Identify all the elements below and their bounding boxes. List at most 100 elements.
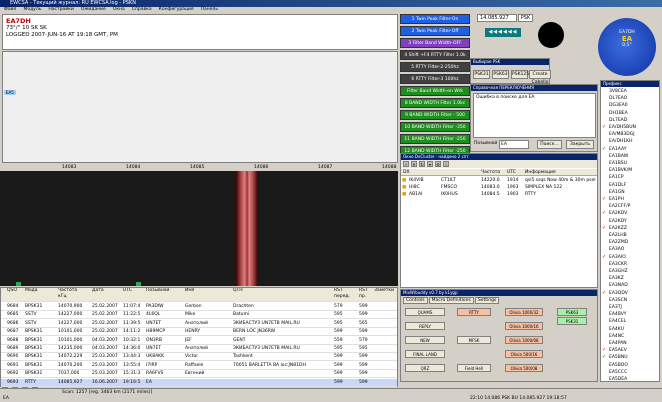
prefix-item[interactable]: EA3KZ xyxy=(601,275,659,282)
prefix-item[interactable]: DG3EA0 xyxy=(601,102,659,109)
log-row[interactable]: 9691 BPSK31 14070,200 25.03.2007 13:55:4 I7IR… xyxy=(1,362,397,370)
olivia-button[interactable]: Olivia 1000/16 xyxy=(505,322,543,330)
filter-button-5[interactable]: 5 RTTY Filter-2-250hz xyxy=(400,62,470,72)
menu-item-0[interactable]: Файл xyxy=(4,7,16,13)
prefix-item[interactable]: EA/DH1KH xyxy=(601,138,659,145)
connect-icon[interactable]: ⚡ xyxy=(403,161,409,167)
filter-button-4[interactable]: 4 Shift +F4 RTTY Filter 1.0k xyxy=(400,50,470,60)
olivia-button[interactable]: Olivia 1000/32 xyxy=(505,308,543,316)
filter-button-1[interactable]: 1 Twin Peak Filter-On xyxy=(400,14,470,24)
prefix-item[interactable]: DL7EAD xyxy=(601,117,659,124)
olivia-button[interactable]: Olivia 1000/08 xyxy=(505,336,543,344)
marker-green[interactable] xyxy=(16,282,21,286)
log-row[interactable]: 9690 BPSK31 14072,229 25.03.2007 13:44:3 UK8A… xyxy=(1,353,397,362)
prefix-item[interactable]: EA3GHZ xyxy=(601,268,659,275)
search-button[interactable]: Поиск... xyxy=(537,140,562,149)
filter-icon[interactable]: ▾ xyxy=(427,161,433,167)
prefix-item[interactable]: DH1BEA xyxy=(601,110,659,117)
prefix-item[interactable]: EA4PAN xyxy=(601,340,659,347)
macro-mode-button[interactable]: Field Hell xyxy=(457,364,491,372)
prefix-item[interactable]: EA1BVK/M xyxy=(601,167,659,174)
psk-button-1[interactable]: PSK63 xyxy=(492,70,509,79)
info-icon[interactable]: i xyxy=(443,161,449,167)
prefix-item[interactable]: EA/DH5BUN ✓ xyxy=(601,124,659,131)
mode-select[interactable]: PSK xyxy=(518,14,533,22)
close-button[interactable]: Закрыть xyxy=(566,140,594,149)
prefix-item[interactable]: EA3CKR xyxy=(601,261,659,268)
prefix-item[interactable]: EA1BSU xyxy=(601,160,659,167)
log-row[interactable]: 9686 SSTV 14227,000 25.02.2007 11:39:5 UN7ET А… xyxy=(1,320,397,328)
prefix-item[interactable]: EA1AAY ✓ xyxy=(601,146,659,153)
prefix-item[interactable]: EA1BAW xyxy=(601,153,659,160)
macro-left-button[interactable]: NEW xyxy=(405,336,445,344)
log-row[interactable]: 9685 SSTV 14227,000 25.02.2007 11:22:5 4L6QL M… xyxy=(1,311,397,320)
log-row[interactable]: 9692 BPSK31 7037,000 25.03.2007 15:31:3 RA6FV… xyxy=(1,370,397,379)
prefix-item[interactable]: 3V8CEA xyxy=(601,88,659,95)
macro-mode-button[interactable]: RTTY xyxy=(457,308,491,316)
filter-button-11[interactable]: 11 BAND WIDTH Filter -250 xyxy=(400,134,470,144)
prefix-item[interactable]: EA3QDV ✓ xyxy=(601,290,659,297)
filter-button-2[interactable]: 2 Twin Peak Filter-Off xyxy=(400,26,470,36)
prefix-item[interactable]: EA/MB3DGJ xyxy=(601,131,659,138)
filter-button-8[interactable]: 8 BAND WIDTH Filter 1.0kc xyxy=(400,98,470,108)
band-map-tag[interactable]: EA5 xyxy=(4,90,16,95)
prefix-item[interactable]: EA3TJ xyxy=(601,304,659,311)
prefix-item[interactable]: EA2LHB xyxy=(601,232,659,239)
menu-item-7[interactable]: Панель xyxy=(201,7,218,13)
prefix-item[interactable]: EA5CCC xyxy=(601,369,659,376)
macro-tab-2[interactable]: Settings xyxy=(474,297,500,304)
psk-mode-button[interactable]: PSK31 xyxy=(557,317,587,325)
band-map[interactable] xyxy=(2,51,398,163)
menu-item-5[interactable]: Справка xyxy=(132,7,152,13)
log-row[interactable]: 9687 BPSK31 10101,000 25.02.2007 14:11:2 HB9M… xyxy=(1,328,397,337)
prefix-item[interactable]: EA3NAD xyxy=(601,282,659,289)
prefix-item[interactable]: EA2CFF/P xyxy=(601,203,659,210)
psk-button-0[interactable]: PSK31 xyxy=(473,70,490,79)
disconnect-icon[interactable]: ✕ xyxy=(411,161,417,167)
prefix-item[interactable]: EA4CEL xyxy=(601,318,659,325)
prefix-item[interactable]: EA1PH ✓ xyxy=(601,196,659,203)
log-row[interactable]: 9688 BPSK31 10101,000 04.03.2007 10:32:1 ON3R… xyxy=(1,337,397,345)
prefix-item[interactable]: EA4NC xyxy=(601,333,659,340)
macro-left-button[interactable]: QRZ xyxy=(405,364,445,372)
frequency-input[interactable]: 14.085.927 xyxy=(477,14,517,22)
menu-item-3[interactable]: Ожидание xyxy=(81,7,106,13)
cluster-row[interactable]: IK4VIB CT1ILT 14220.0 1914 qsl5 ssqs Now 40m… xyxy=(401,177,597,184)
tune-arrows-button[interactable]: ◀◀◀◀◀◀ xyxy=(485,28,521,37)
prefix-item[interactable]: EA4BVY xyxy=(601,311,659,318)
psk-mode-button[interactable]: PSK63 xyxy=(557,308,587,316)
macro-tab-1[interactable]: Macro Definitions xyxy=(428,297,474,304)
filter-button-7[interactable]: Filter Band Width-on Wrk xyxy=(400,86,470,96)
prefix-item[interactable]: EA4KU xyxy=(601,326,659,333)
prefix-item[interactable]: EA2ZMD xyxy=(601,239,659,246)
olivia-button[interactable]: Olivia 500/08 xyxy=(505,364,543,372)
cluster-row[interactable]: AB1AI IK0HUS 14084.5 1903 RTTY ■ xyxy=(401,191,597,198)
filter-button-10[interactable]: 10 BAND WIDTH Filter -350 xyxy=(400,122,470,132)
menu-item-2[interactable]: Настройки xyxy=(48,7,73,13)
olivia-button[interactable]: Olivia 500/16 xyxy=(505,350,543,358)
filter-button-9[interactable]: 9 BAND WIDTH Filter - 500 xyxy=(400,110,470,120)
prefix-item[interactable]: EA3AIO ✓ xyxy=(601,254,659,261)
menu-item-6[interactable]: Конфигурация xyxy=(159,7,194,13)
macro-left-button[interactable]: REPLY xyxy=(405,322,445,330)
prefix-item[interactable]: EA1DLF xyxy=(601,182,659,189)
filter-button-6[interactable]: 6 RTTY Filter-3 100hz xyxy=(400,74,470,84)
prefix-item[interactable]: EA5BNU ✓ xyxy=(601,354,659,361)
prefix-item[interactable]: EA1CP xyxy=(601,174,659,181)
log-row[interactable]: 9689 BPSK31 14235,000 04.03.2007 14:36:0 UN7E… xyxy=(1,345,397,353)
prefix-item[interactable]: EA5BOO xyxy=(601,362,659,369)
marker-green-2[interactable] xyxy=(136,282,141,286)
prefix-item[interactable]: EA2KDV ✓ xyxy=(601,210,659,217)
filter-button-3[interactable]: 3 Filter Band Width-OFF xyxy=(400,38,470,48)
message-text-box[interactable]: Ошибка в поиске для EA xyxy=(473,93,596,138)
prefix-item[interactable]: EA3AO xyxy=(601,246,659,253)
psk-button-3[interactable]: Create Cabello xyxy=(529,70,551,85)
menu-item-1[interactable]: Модуль xyxy=(23,7,41,13)
prefix-item[interactable]: EA5AEV ✓ xyxy=(601,347,659,354)
prefix-item[interactable]: EA1GN xyxy=(601,189,659,196)
cluster-row[interactable]: HI8C FMSCO 14083.0 1903 SIMPLEX NA 122 ■ xyxy=(401,184,597,191)
settings-icon[interactable]: ⚙ xyxy=(435,161,441,167)
macro-tab-0[interactable]: Controls xyxy=(403,297,428,304)
waterfall-display[interactable]: 14083 14084 14085 14086 14087 14088 xyxy=(0,164,398,286)
macro-left-button[interactable]: FINAL LAND xyxy=(405,350,445,358)
